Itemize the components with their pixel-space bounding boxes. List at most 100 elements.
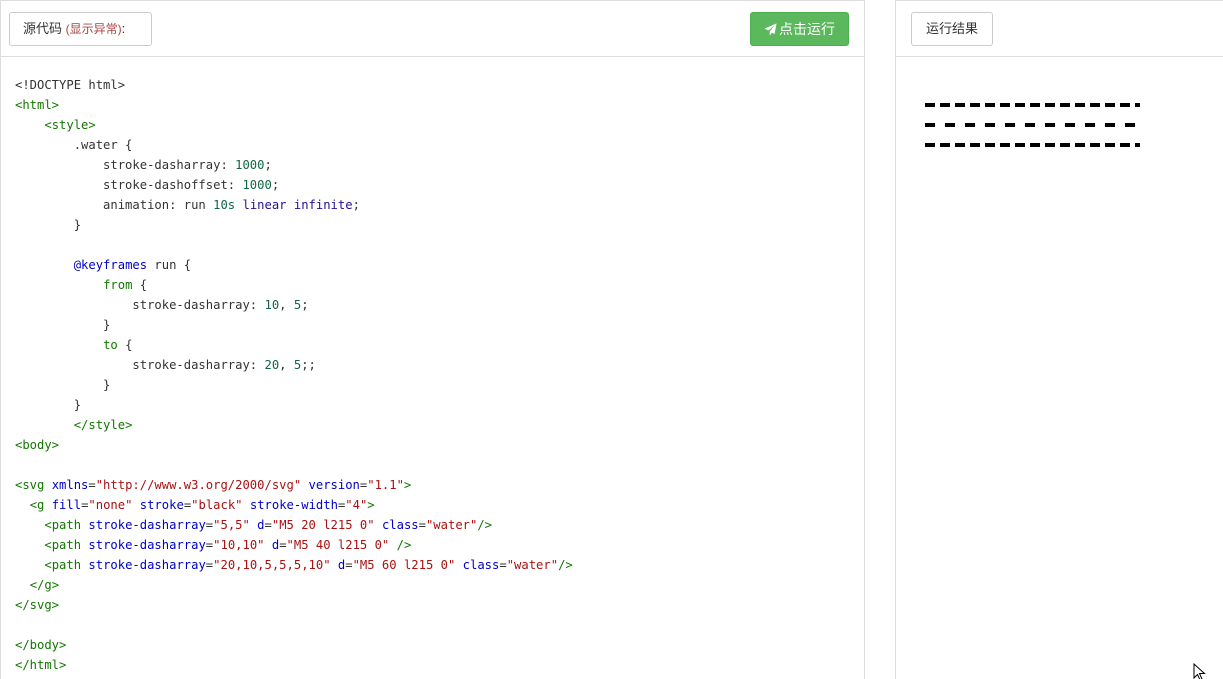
code-token: } [15, 218, 82, 232]
display-error-warning[interactable]: (显示异常) [66, 22, 122, 36]
code-token: <path [44, 518, 89, 532]
code-token: ; [352, 198, 360, 212]
code-token: > [403, 478, 412, 492]
code-token: "M5 40 l215 0" [286, 538, 390, 552]
code-line: </html> [15, 655, 854, 675]
run-result-button[interactable]: 运行结果 [911, 12, 993, 46]
code-editor[interactable]: <!DOCTYPE html> <html> <style> .water { s… [15, 75, 854, 675]
code-token: fill [51, 498, 82, 512]
code-token: "black" [191, 498, 243, 512]
code-token: version [308, 478, 360, 492]
code-token: "10,10" [213, 538, 265, 552]
code-line: } [15, 215, 854, 235]
code-line: @keyframes run { [15, 255, 854, 275]
code-line: <g fill="none" stroke="black" stroke-wid… [15, 495, 854, 515]
code-line: stroke-dasharray: 1000; [15, 155, 854, 175]
code-token: 20 [264, 358, 280, 372]
run-button-label: 点击运行 [779, 21, 835, 37]
code-line: to { [15, 335, 854, 355]
code-line: .water { [15, 135, 854, 155]
code-line: <path stroke-dasharray="10,10" d="M5 40 … [15, 535, 854, 555]
code-token: "water" [425, 518, 478, 532]
code-token: </g> [29, 578, 60, 592]
code-line: <path stroke-dasharray="5,5" d="M5 20 l2… [15, 515, 854, 535]
code-token: } [15, 398, 82, 412]
source-code-suffix: : [121, 21, 126, 36]
code-token: = [88, 478, 96, 492]
code-line: stroke-dashoffset: 1000; [15, 175, 854, 195]
code-token: /> [558, 558, 573, 572]
code-line: <body> [15, 435, 854, 455]
code-token: stroke-dasharray [88, 558, 206, 572]
code-token: .water { [15, 138, 133, 152]
code-token: = [279, 538, 287, 552]
code-token: </style> [73, 418, 133, 432]
code-token: "1.1" [367, 478, 404, 492]
code-token: stroke-dashoffset: [15, 178, 243, 192]
code-token: xmlns [51, 478, 89, 492]
code-token: } [15, 378, 111, 392]
code-line: </svg> [15, 595, 854, 615]
code-token: "4" [345, 498, 368, 512]
result-pane: 运行结果 [895, 0, 1223, 679]
code-line: from { [15, 275, 854, 295]
code-token: "5,5" [213, 518, 250, 532]
code-line: } [15, 315, 854, 335]
code-token: <style> [44, 118, 96, 132]
code-line: <path stroke-dasharray="20,10,5,5,5,10" … [15, 555, 854, 575]
result-preview [925, 103, 1140, 147]
code-token: , [279, 298, 294, 312]
code-token: ; [271, 178, 280, 192]
code-token: ; [264, 158, 272, 172]
code-token: 1000 [235, 158, 265, 172]
code-line: </g> [15, 575, 854, 595]
code-token: "M5 60 l215 0" [352, 558, 456, 572]
code-line: <svg xmlns="http://www.w3.org/2000/svg" … [15, 475, 854, 495]
code-line: <!DOCTYPE html> [15, 75, 854, 95]
code-token: "none" [88, 498, 133, 512]
code-token: <path [44, 538, 89, 552]
result-toolbar: 运行结果 [896, 1, 1223, 57]
code-line: stroke-dasharray: 20, 5;; [15, 355, 854, 375]
code-token: d [257, 518, 265, 532]
code-token: infinite [293, 198, 353, 212]
source-code-button[interactable]: 源代码 (显示异常): [9, 12, 152, 46]
send-icon [764, 23, 777, 36]
code-token: to [103, 338, 118, 352]
code-line: </style> [15, 415, 854, 435]
code-token: 10 [264, 298, 280, 312]
run-button[interactable]: 点击运行 [750, 12, 849, 46]
code-token: ; [301, 298, 309, 312]
code-token: </html> [15, 658, 67, 672]
code-token: { [117, 338, 133, 352]
code-token: animation: run [15, 198, 214, 212]
code-token: </svg> [15, 598, 60, 612]
code-line: stroke-dasharray: 10, 5; [15, 295, 854, 315]
code-token: </body> [15, 638, 67, 652]
code-token: <!DOCTYPE html> [15, 78, 126, 92]
code-token: 10s [213, 198, 236, 212]
code-token: = [418, 518, 426, 532]
code-token: class [381, 518, 419, 532]
code-token: > [367, 498, 375, 512]
code-token: = [345, 558, 353, 572]
code-token: <g [29, 498, 52, 512]
code-token: } [15, 318, 111, 332]
code-token: run { [147, 258, 192, 272]
code-token: /> [477, 518, 493, 532]
code-token: ;; [301, 358, 316, 372]
code-token: <html> [15, 98, 60, 112]
